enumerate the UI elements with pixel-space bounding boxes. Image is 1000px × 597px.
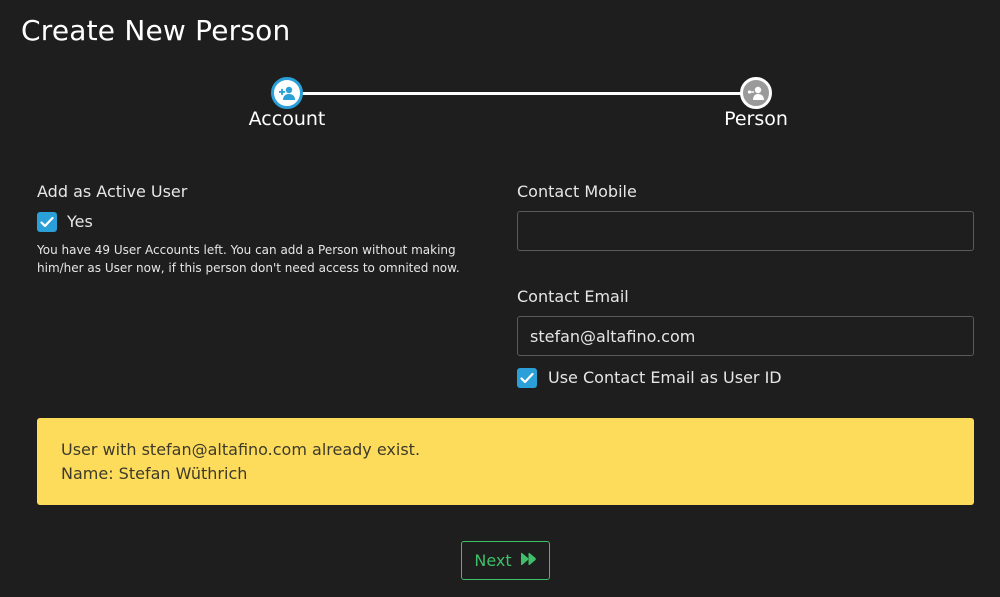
checkmark-icon — [40, 213, 54, 232]
user-exists-alert: User with stefan@altafino.com already ex… — [37, 418, 974, 505]
active-user-checkbox-label[interactable]: Yes — [67, 212, 93, 231]
next-button[interactable]: Next — [461, 541, 550, 580]
page-title: Create New Person — [21, 14, 291, 47]
contact-email-input[interactable] — [517, 316, 974, 356]
next-button-label: Next — [474, 551, 512, 570]
step-person-label[interactable]: Person — [686, 108, 826, 130]
add-user-icon — [278, 86, 296, 100]
active-user-label: Add as Active User — [37, 182, 188, 201]
checkmark-icon — [520, 369, 534, 388]
use-email-as-id-label[interactable]: Use Contact Email as User ID — [548, 368, 782, 387]
share-user-icon — [747, 86, 765, 100]
alert-message: User with stefan@altafino.com already ex… — [61, 440, 421, 459]
contact-mobile-input[interactable] — [517, 211, 974, 251]
active-user-checkbox[interactable] — [37, 212, 57, 232]
fast-forward-icon — [520, 551, 537, 570]
alert-existing-name: Name: Stefan Wüthrich — [61, 464, 248, 483]
stepper-line — [287, 92, 756, 95]
contact-email-label: Contact Email — [517, 287, 629, 306]
step-account-label[interactable]: Account — [217, 108, 357, 130]
contact-mobile-label: Contact Mobile — [517, 182, 637, 201]
step-account[interactable] — [271, 77, 303, 109]
step-person[interactable] — [740, 77, 772, 109]
user-accounts-help-text: You have 49 User Accounts left. You can … — [37, 243, 460, 275]
use-email-as-id-checkbox[interactable] — [517, 368, 537, 388]
